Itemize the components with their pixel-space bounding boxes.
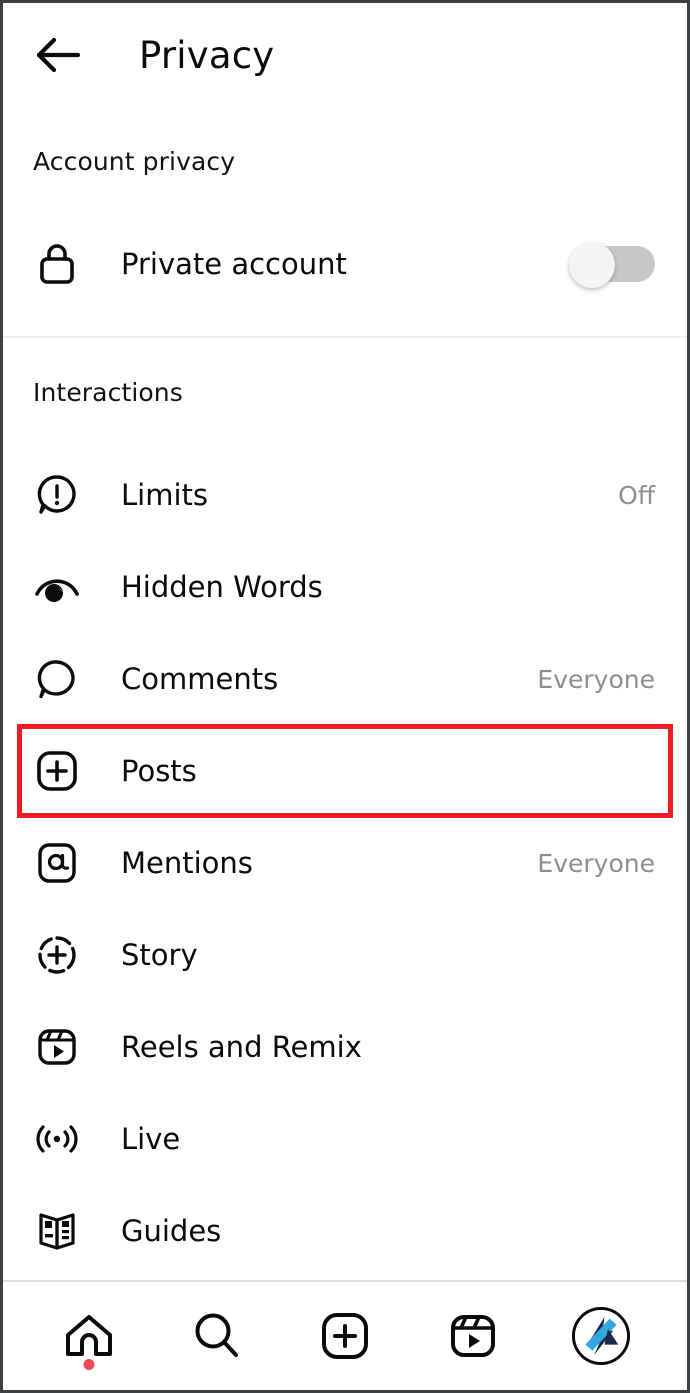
row-value: Everyone (537, 848, 655, 878)
row-label: Live (121, 1122, 181, 1156)
row-label: Reels and Remix (121, 1030, 362, 1064)
private-account-toggle[interactable] (569, 242, 655, 288)
search-icon (195, 1313, 238, 1357)
section-header-interactions: Interactions (33, 378, 183, 407)
row-label: Hidden Words (121, 570, 323, 604)
row-guides[interactable]: Guides (3, 1185, 687, 1277)
eye-icon (33, 563, 81, 611)
live-broadcast-icon (33, 1115, 81, 1163)
avatar-icon (572, 1307, 630, 1365)
row-label: Guides (121, 1214, 222, 1248)
limits-bubble-icon (33, 471, 81, 519)
back-button[interactable] (31, 28, 85, 82)
row-value: Everyone (537, 664, 655, 694)
row-limits[interactable]: Limits Off (3, 449, 687, 541)
plus-square-icon (33, 747, 81, 795)
nav-create-button[interactable] (309, 1300, 381, 1372)
phone-screen: Privacy Account privacy Private account … (0, 0, 690, 1393)
reels-icon (33, 1023, 81, 1071)
nav-search-button[interactable] (181, 1300, 253, 1372)
reels-icon (451, 1315, 495, 1357)
row-live[interactable]: Live (3, 1093, 687, 1185)
at-sign-icon (33, 839, 81, 887)
home-notification-badge (83, 1359, 95, 1370)
app-header: Privacy (3, 3, 687, 107)
row-label: Mentions (121, 846, 253, 880)
bottom-navigation-bar (3, 1280, 687, 1390)
row-posts[interactable]: Posts (3, 724, 687, 818)
nav-profile-button[interactable] (565, 1300, 637, 1372)
plus-square-icon (322, 1313, 368, 1359)
lock-icon (33, 240, 81, 288)
row-label: Private account (121, 247, 347, 281)
arrow-left-icon (36, 37, 81, 73)
row-value: Off (618, 480, 655, 510)
row-label: Comments (121, 662, 279, 696)
nav-home-button[interactable] (53, 1300, 125, 1372)
toggle-knob (569, 242, 615, 288)
home-icon (66, 1315, 112, 1356)
row-mentions[interactable]: Mentions Everyone (3, 817, 687, 909)
row-comments[interactable]: Comments Everyone (3, 633, 687, 725)
guides-book-icon (33, 1207, 81, 1255)
row-hidden-words[interactable]: Hidden Words (3, 541, 687, 633)
row-label: Posts (121, 754, 197, 788)
section-header-account-privacy: Account privacy (33, 147, 236, 176)
comment-bubble-icon (33, 655, 81, 703)
row-story[interactable]: Story (3, 909, 687, 1001)
story-plus-icon (33, 931, 81, 979)
row-private-account[interactable]: Private account (3, 218, 687, 310)
row-label: Limits (121, 478, 208, 512)
row-reels-and-remix[interactable]: Reels and Remix (3, 1001, 687, 1093)
row-label: Story (121, 938, 198, 972)
page-title: Privacy (139, 33, 275, 77)
nav-reels-button[interactable] (437, 1300, 509, 1372)
